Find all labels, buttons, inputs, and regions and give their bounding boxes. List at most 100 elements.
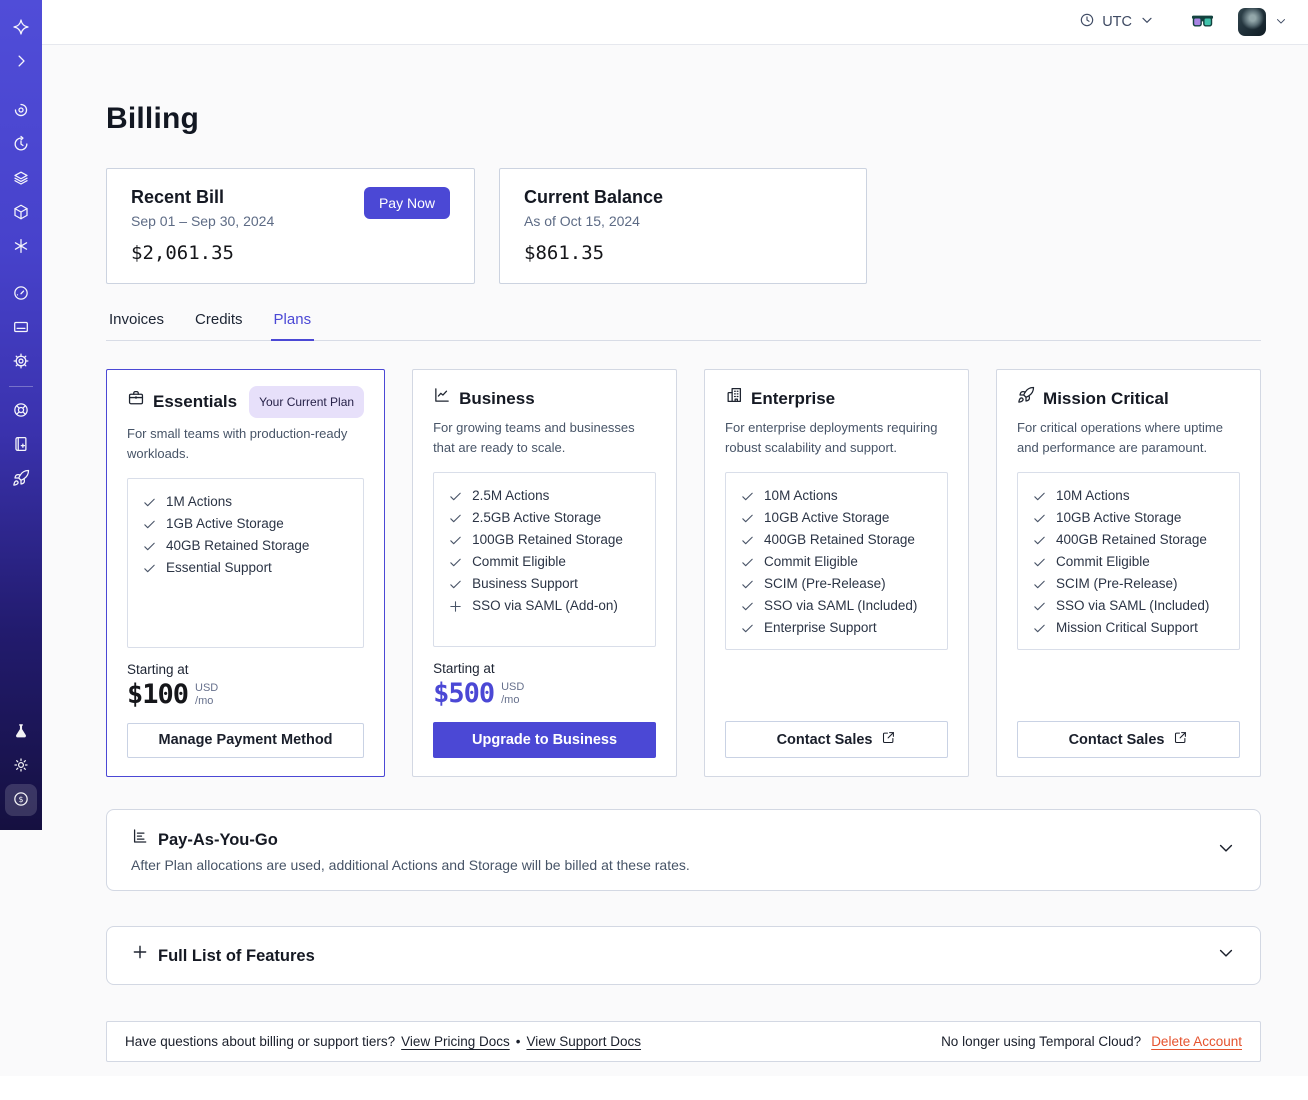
chevron-down-icon[interactable] [1216,943,1236,968]
dollar-circle-icon: $ [12,790,30,811]
recent-bill-title: Recent Bill [131,187,225,207]
plan-description: For small teams with production-ready wo… [127,426,348,461]
check-icon [144,498,155,506]
plan-feature: 40GB Retained Storage [142,535,349,557]
check-icon [450,492,461,500]
plan-features: 1M Actions 1GB Active Storage 40GB Retai… [127,478,365,648]
rocket-icon [12,469,30,490]
plan-feature: SCIM (Pre-Release) [740,573,933,595]
plan-features: 10M Actions 10GB Active Storage 400GB Re… [1017,472,1241,650]
page-title: Billing [106,102,200,135]
sidebar-item-settings[interactable] [5,346,37,378]
pricing-docs-link[interactable]: View Pricing Docs [401,1034,510,1049]
sidebar-item-billing-card[interactable] [5,312,37,344]
sidebar-item-deployments[interactable] [5,163,37,195]
footer-separator: • [515,1034,521,1049]
plan-card-enterprise: Enterprise For enterprise deployments re… [704,369,970,777]
sidebar-item-schedules[interactable] [5,129,37,161]
check-icon [1034,558,1045,566]
credit-card-icon [12,318,30,339]
plan-feature: Commit Eligible [740,551,933,573]
recent-bill-period: Sep 01 – Sep 30, 2024 [131,213,275,229]
delete-account-link[interactable]: Delete Account [1151,1034,1242,1049]
theme-toggle-button[interactable] [5,750,37,782]
plans-row: Essentials Your Current Plan For small t… [106,369,1262,777]
plan-feature: Essential Support [142,557,349,579]
gauge-icon [12,284,30,305]
plan-feature: 100GB Retained Storage [448,529,641,551]
price-currency: USD [501,680,525,693]
book-icon [12,435,30,456]
contact-sales-button[interactable]: Contact Sales [725,721,949,758]
svg-text:$: $ [18,794,23,803]
temporal-logo-button[interactable] [5,12,37,44]
sidebar-item-getting-started[interactable] [5,463,37,495]
sidebar: $ [0,0,42,830]
clock-icon [1079,12,1095,32]
manage-payment-button[interactable]: Manage Payment Method [127,722,365,758]
plan-description: For enterprise deployments requiring rob… [725,420,938,455]
check-icon [1034,536,1045,544]
sidebar-item-labs[interactable] [5,716,37,748]
check-icon [450,536,461,544]
price-amount: $100 [127,678,189,710]
tab-invoices[interactable]: Invoices [106,311,167,340]
plan-name: Business [459,389,535,408]
sidebar-item-nexus[interactable] [5,231,37,263]
tab-credits[interactable]: Credits [192,311,246,340]
sidebar-item-billing-active[interactable]: $ [5,784,37,816]
plan-feature: 2.5GB Active Storage [448,507,641,529]
sidebar-item-namespaces[interactable] [5,95,37,127]
chevron-down-icon[interactable] [1216,838,1236,863]
sidebar-divider [9,386,33,387]
price-amount: $500 [433,677,495,709]
payg-accordion[interactable]: Pay-As-You-Go After Plan allocations are… [106,809,1261,891]
topbar: UTC [42,0,1308,45]
sidebar-item-packages[interactable] [5,197,37,229]
namespaces-icon [12,101,30,122]
upgrade-business-button[interactable]: Upgrade to Business [433,721,657,758]
tab-plans[interactable]: Plans [270,311,315,341]
plan-name: Mission Critical [1043,389,1169,408]
account-menu[interactable] [1238,8,1288,36]
billing-tabs: Invoices Credits Plans [106,311,1261,341]
full-features-accordion[interactable]: Full List of Features [106,926,1261,985]
chevron-right-icon [12,52,30,73]
plan-feature: 400GB Retained Storage [740,529,933,551]
check-icon [1034,624,1045,632]
recent-bill-card: Recent Bill Sep 01 – Sep 30, 2024 Pay No… [106,168,475,284]
recent-bill-amount: $2,061.35 [131,242,234,264]
support-docs-link[interactable]: View Support Docs [526,1034,641,1049]
pay-now-button[interactable]: Pay Now [363,187,450,219]
plan-feature: Commit Eligible [1032,551,1225,573]
current-balance-title: Current Balance [524,187,664,207]
check-icon [742,624,753,632]
plan-feature: Business Support [448,573,641,595]
check-icon [742,514,753,522]
plan-description: For critical operations where uptime and… [1017,420,1223,455]
plus-icon [131,943,149,969]
lifebuoy-icon [12,401,30,422]
contact-sales-button[interactable]: Contact Sales [1017,721,1241,758]
sidebar-item-docs[interactable] [5,429,37,461]
sidebar-item-usage[interactable] [5,278,37,310]
sidebar-item-support[interactable] [5,395,37,427]
temporal-logo-icon [12,18,30,39]
plan-price: Starting at $500 USD /mo [433,660,525,709]
gear-icon [12,352,30,373]
payg-title: Pay-As-You-Go [158,831,278,849]
plan-feature: 10M Actions [740,485,933,507]
plan-feature: 10GB Active Storage [740,507,933,529]
rocket-icon [1017,386,1035,412]
price-currency: USD [195,681,219,694]
plan-feature: 10GB Active Storage [1032,507,1225,529]
sidebar-expand-button[interactable] [5,46,37,78]
plus-icon [450,600,461,612]
timezone-selector[interactable]: UTC [1071,6,1163,38]
plan-description: For growing teams and businesses that ar… [433,420,635,455]
schedules-icon [12,135,30,156]
check-icon [1034,602,1045,610]
building-icon [725,386,743,412]
delete-question: No longer using Temporal Cloud? [941,1034,1142,1049]
feedback-glasses-button[interactable] [1187,9,1218,36]
